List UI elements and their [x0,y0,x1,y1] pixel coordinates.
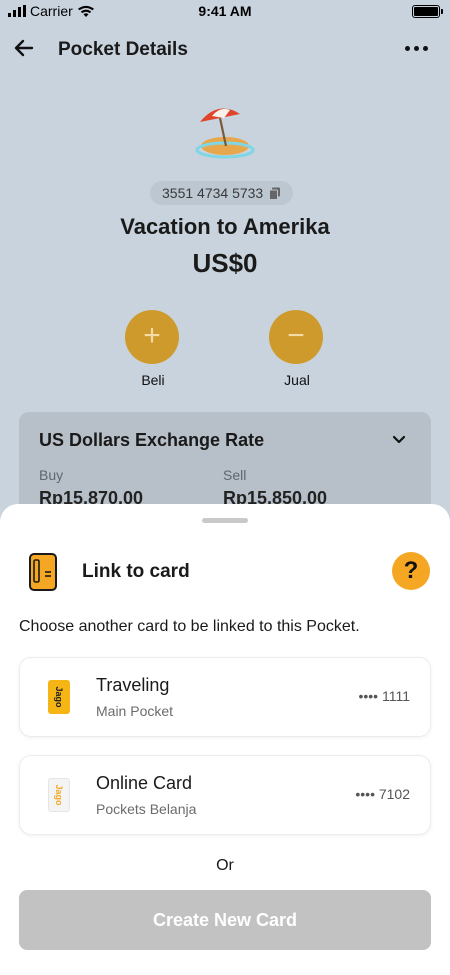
jago-card-thumbnail: Jago [48,680,70,714]
sheet-drag-handle[interactable] [202,518,248,523]
chevron-down-icon[interactable] [391,432,407,448]
sell-label: Jual [284,372,310,388]
beach-umbrella-icon [195,108,255,159]
status-bar-time: 9:41 AM [198,3,252,19]
buy-rate-label: Buy [39,467,64,483]
exchange-rate-title: US Dollars Exchange Rate [39,430,265,450]
card-icon [29,553,57,591]
app-bar: Pocket Details [0,30,450,70]
pocket-balance: US$0 [192,248,258,278]
help-icon[interactable]: ? [392,552,430,590]
account-number: 3551 4734 5733 [162,185,264,201]
card-name: Traveling [96,675,170,695]
link-card-bottom-sheet: Link to card ? Choose another card to be… [0,504,450,975]
card-masked-number: •••• 7102 [355,786,410,802]
minus-icon[interactable]: − [269,310,323,364]
sell-action[interactable]: − Jual [269,310,325,388]
card-name: Online Card [96,773,193,793]
sheet-description: Choose another card to be linked to this… [19,618,360,635]
battery-icon [412,5,443,18]
card-masked-number: •••• 1111 [358,688,410,704]
sell-rate-label: Sell [223,467,247,483]
jago-card-thumbnail: Jago [48,778,70,812]
status-bar: Carrier 9:41 AM [0,0,450,24]
copy-icon[interactable] [269,187,281,200]
card-option-traveling[interactable]: Jago Traveling Main Pocket •••• 1111 [19,657,431,737]
card-thumb-logo: Jago [54,784,64,806]
pocket-name: Vacation to Amerika [120,214,330,239]
card-pocket: Pockets Belanja [96,801,197,817]
back-arrow-icon[interactable] [12,36,36,60]
buy-label: Beli [141,372,165,388]
or-divider-label: Or [216,857,234,874]
account-number-chip[interactable]: 3551 4734 5733 [150,181,294,205]
page-title: Pocket Details [58,39,188,60]
plus-icon[interactable]: + [125,310,179,364]
create-new-card-button[interactable]: Create New Card [19,890,431,950]
card-option-online-card[interactable]: Jago Online Card Pockets Belanja •••• 71… [19,755,431,835]
more-options-icon[interactable] [405,46,428,51]
card-pocket: Main Pocket [96,703,174,719]
sheet-title: Link to card [82,561,190,582]
card-thumb-logo: Jago [54,686,64,708]
buy-action[interactable]: + Beli [125,310,181,388]
